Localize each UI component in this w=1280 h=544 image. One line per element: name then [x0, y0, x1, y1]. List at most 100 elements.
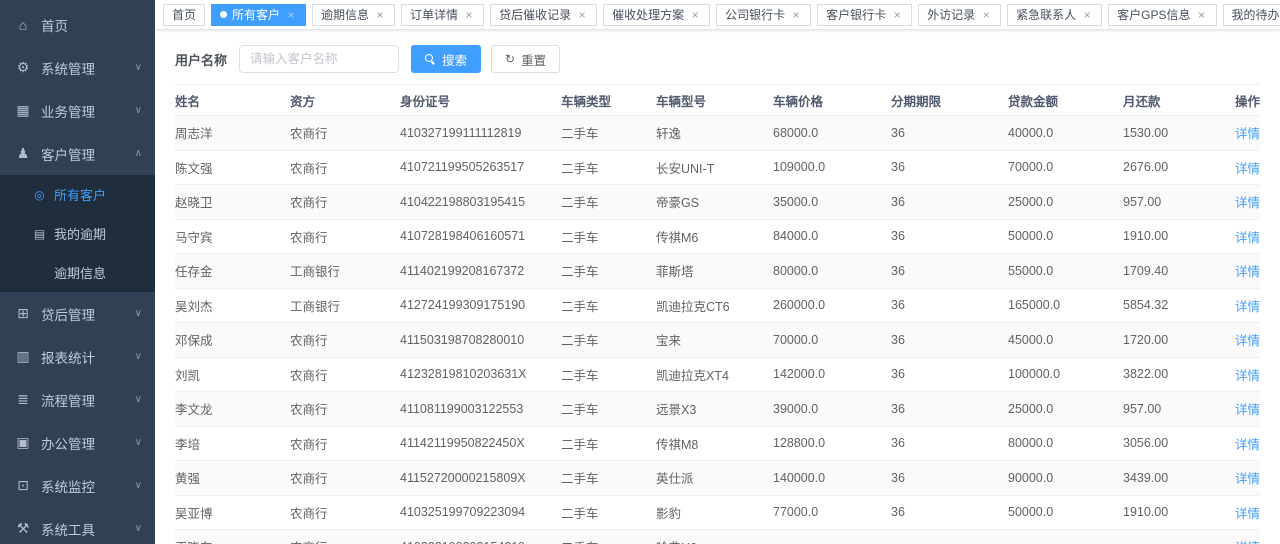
chevron-down-icon: ∨ — [135, 480, 142, 491]
cell-model: 凯迪拉克CT6 — [656, 288, 773, 323]
detail-link[interactable]: 详情 — [1235, 265, 1260, 279]
sidebar-item[interactable]: ▥ 报表统计 ∨ — [0, 335, 155, 378]
sidebar-subitem[interactable]: 逾期信息 — [0, 253, 155, 292]
detail-link[interactable]: 详情 — [1235, 334, 1260, 348]
search-button[interactable]: 搜索 — [411, 45, 481, 73]
table-row: 周志洋 农商行 410327199111112819 二手车 轩逸 68000.… — [175, 116, 1260, 151]
menu-icon: ▦ — [14, 102, 32, 119]
view-tab[interactable]: 我的待办 × — [1223, 4, 1280, 26]
detail-link[interactable]: 详情 — [1235, 196, 1260, 210]
cell-id-number: 410327199111112819 — [400, 116, 561, 151]
sidebar-item[interactable]: ⊡ 系统监控 ∨ — [0, 464, 155, 507]
view-tab[interactable]: 客户GPS信息 × — [1108, 4, 1216, 26]
view-tab[interactable]: 首页 × — [163, 4, 205, 26]
view-tab[interactable]: 外访记录 × — [918, 4, 1001, 26]
view-tab[interactable]: 催收处理方案 × — [603, 4, 710, 26]
tab-label: 我的待办 — [1232, 6, 1280, 23]
detail-link[interactable]: 详情 — [1235, 472, 1260, 486]
cell-model: 英仕派 — [656, 461, 773, 496]
cell-term — [891, 530, 1008, 544]
detail-link[interactable]: 详情 — [1235, 231, 1260, 245]
tab-label: 首页 — [172, 6, 196, 23]
cell-monthly: 5854.32 — [1123, 288, 1235, 323]
close-icon[interactable]: × — [980, 9, 992, 21]
view-tab[interactable]: 所有客户 × — [211, 4, 306, 26]
tab-label: 客户银行卡 — [826, 6, 886, 23]
sidebar-item[interactable]: ▣ 办公管理 ∨ — [0, 421, 155, 464]
detail-link[interactable]: 详情 — [1235, 127, 1260, 141]
close-icon[interactable]: × — [463, 9, 475, 21]
detail-link[interactable]: 详情 — [1235, 507, 1260, 521]
tab-label: 订单详情 — [410, 6, 458, 23]
sidebar-item[interactable]: ⊞ 贷后管理 ∨ — [0, 292, 155, 335]
cell-vehicle-type: 二手车 — [561, 495, 656, 530]
close-icon[interactable]: × — [374, 9, 386, 21]
cell-name: 刘凯 — [175, 357, 290, 392]
cell-vehicle-type: 二手车 — [561, 185, 656, 220]
view-tab[interactable]: 逾期信息 × — [312, 4, 395, 26]
tab-label: 贷后催收记录 — [499, 6, 571, 23]
sidebar-item[interactable]: ≣ 流程管理 ∨ — [0, 378, 155, 421]
cell-loan: 90000.0 — [1008, 461, 1123, 496]
sidebar-item[interactable]: ▦ 业务管理 ∨ — [0, 89, 155, 132]
cell-model: 远景X3 — [656, 392, 773, 427]
customer-name-input[interactable] — [239, 45, 399, 73]
close-icon[interactable]: × — [790, 9, 802, 21]
cell-vehicle-type: 二手车 — [561, 357, 656, 392]
cell-funder: 农商行 — [290, 116, 400, 151]
view-tab[interactable]: 公司银行卡 × — [716, 4, 811, 26]
close-icon[interactable]: × — [576, 9, 588, 21]
cell-monthly: 957.00 — [1123, 185, 1235, 220]
cell-loan: 25000.0 — [1008, 185, 1123, 220]
sidebar-item-label: 系统管理 — [41, 58, 95, 78]
refresh-icon: ↻ — [505, 53, 515, 65]
cell-action: 详情 — [1235, 495, 1260, 530]
cell-name: 周志洋 — [175, 116, 290, 151]
detail-link[interactable]: 详情 — [1235, 300, 1260, 314]
sidebar-item[interactable]: ♟ 客户管理 ∧ — [0, 132, 155, 175]
cell-term: 36 — [891, 116, 1008, 151]
cell-funder: 农商行 — [290, 495, 400, 530]
cell-vehicle-type: 二手车 — [561, 461, 656, 496]
detail-link[interactable]: 详情 — [1235, 403, 1260, 417]
cell-action: 详情 — [1235, 219, 1260, 254]
cell-loan: 50000.0 — [1008, 495, 1123, 530]
cell-id-number: 410322199203154219 — [400, 530, 561, 544]
close-icon[interactable]: × — [689, 9, 701, 21]
cell-name: 赵晓卫 — [175, 185, 290, 220]
close-icon[interactable]: × — [1196, 9, 1208, 21]
cell-model: 宝来 — [656, 323, 773, 358]
cell-id-number: 411081199003122553 — [400, 392, 561, 427]
view-tab[interactable]: 贷后催收记录 × — [490, 4, 597, 26]
sidebar-subitem[interactable]: ▤ 我的逾期 — [0, 214, 155, 253]
table-row: 马守宾 农商行 410728198406160571 二手车 传祺M6 8400… — [175, 219, 1260, 254]
cell-action: 详情 — [1235, 357, 1260, 392]
column-header: 身份证号 — [400, 85, 561, 116]
detail-link[interactable]: 详情 — [1235, 162, 1260, 176]
cell-action: 详情 — [1235, 116, 1260, 151]
chevron-down-icon: ∨ — [135, 394, 142, 405]
cell-loan: 50000.0 — [1008, 219, 1123, 254]
reset-button[interactable]: ↻ 重置 — [491, 45, 560, 73]
cell-model: 长安UNI-T — [656, 150, 773, 185]
cell-model: 传祺M8 — [656, 426, 773, 461]
view-tab[interactable]: 紧急联系人 × — [1007, 4, 1102, 26]
tab-bar: 首页 × 所有客户 × 逾期信息 × 订单详情 × — [155, 0, 1280, 30]
sidebar-item[interactable]: ⌂ 首页 — [0, 3, 155, 46]
view-tab[interactable]: 客户银行卡 × — [817, 4, 912, 26]
sidebar-item[interactable]: ⚒ 系统工具 ∨ — [0, 507, 155, 544]
close-icon[interactable]: × — [891, 9, 903, 21]
cell-name: 吴刘杰 — [175, 288, 290, 323]
close-icon[interactable]: × — [1081, 9, 1093, 21]
cell-monthly: 1530.00 — [1123, 116, 1235, 151]
cell-loan: 40000.0 — [1008, 116, 1123, 151]
sidebar-subitem[interactable]: ◎ 所有客户 — [0, 175, 155, 214]
column-header: 分期期限 — [891, 85, 1008, 116]
cell-action: 详情 — [1235, 426, 1260, 461]
cell-loan: 80000.0 — [1008, 426, 1123, 461]
close-icon[interactable]: × — [285, 9, 297, 21]
sidebar-item[interactable]: ⚙ 系统管理 ∨ — [0, 46, 155, 89]
view-tab[interactable]: 订单详情 × — [401, 4, 484, 26]
detail-link[interactable]: 详情 — [1235, 369, 1260, 383]
detail-link[interactable]: 详情 — [1235, 438, 1260, 452]
